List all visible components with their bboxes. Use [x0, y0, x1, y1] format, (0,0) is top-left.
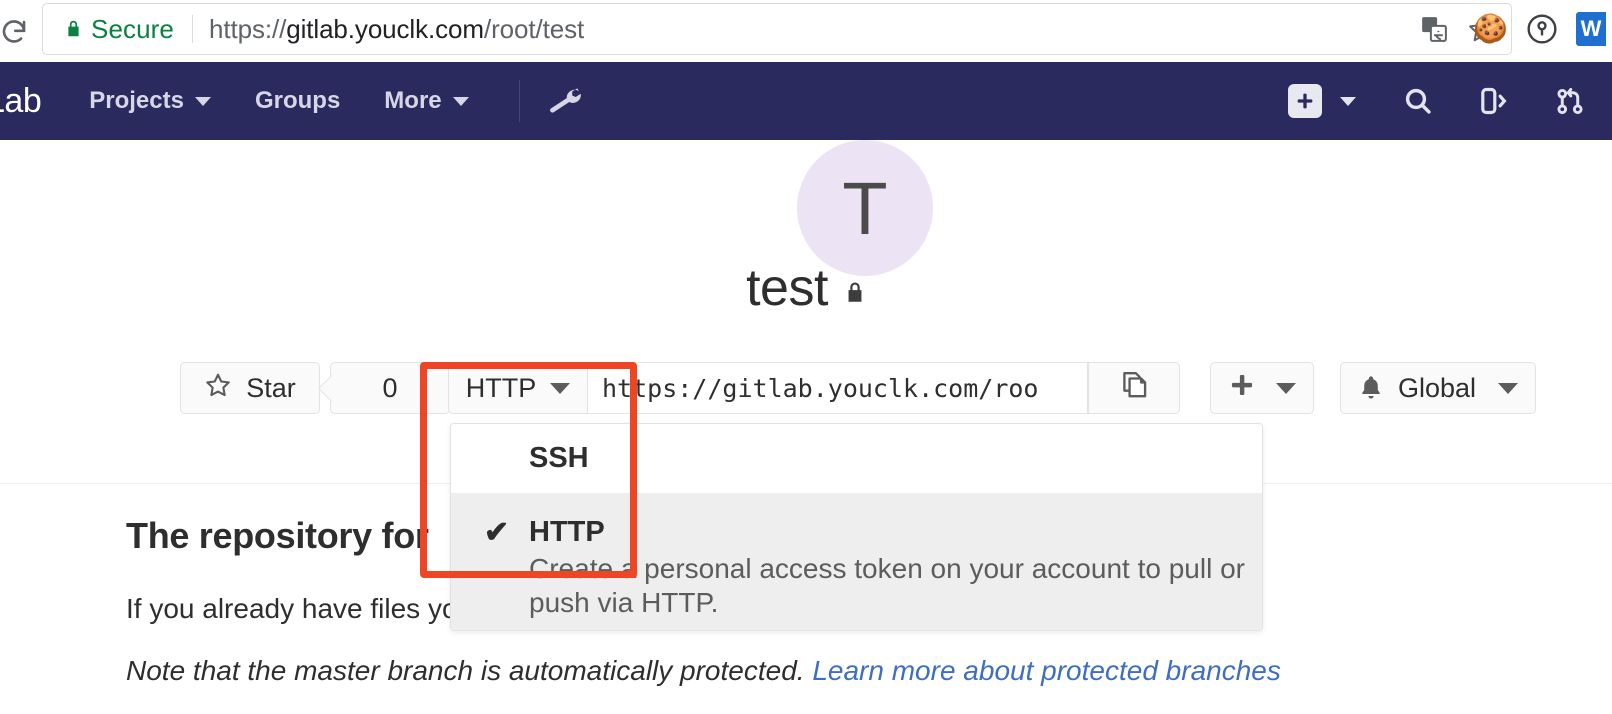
new-plus-icon: [1288, 84, 1322, 118]
chevron-down-icon: [550, 382, 571, 394]
copy-to-clipboard-icon: [1119, 370, 1149, 407]
star-button[interactable]: Star: [180, 362, 320, 414]
clone-url-group: HTTP https://gitlab.youclk.com/roo: [448, 362, 1180, 414]
translate-icon[interactable]: G: [1419, 14, 1449, 44]
security-status-label: Secure: [91, 13, 174, 44]
clone-protocol-dropdown[interactable]: HTTP: [448, 362, 588, 414]
notification-setting-button[interactable]: Global: [1340, 362, 1536, 414]
project-title-row: test: [0, 258, 1612, 318]
address-bar[interactable]: Secure https://gitlab.youclk.com/root/te…: [42, 3, 1512, 55]
url-path: /root/test: [483, 13, 585, 44]
lock-icon: [844, 280, 866, 306]
reload-icon[interactable]: [0, 10, 36, 54]
star-count-badge[interactable]: 0: [330, 362, 450, 414]
gitlab-logo-text[interactable]: Lab: [0, 82, 67, 121]
notification-setting-label: Global: [1397, 372, 1477, 403]
url-text: https://gitlab.youclk.com/root/test: [209, 14, 584, 45]
dropdown-item-http-label: HTTP: [529, 515, 605, 548]
project-toolbar: Star 0 HTTP https://gitlab.youclk.com/ro…: [0, 362, 1612, 418]
copy-to-clipboard-button[interactable]: [1088, 362, 1180, 414]
clone-protocol-label: HTTP: [465, 372, 537, 403]
omnibox-divider: [191, 15, 193, 43]
clone-url-input[interactable]: https://gitlab.youclk.com/roo: [588, 362, 1088, 414]
protected-branches-link[interactable]: Learn more about protected branches: [812, 655, 1281, 686]
dropdown-item-http-description: Create a personal access token on your a…: [529, 553, 1245, 619]
nav-item-projects-label: Projects: [89, 87, 184, 114]
url-scheme: https://: [208, 13, 287, 44]
navbar-right-actions: [1280, 75, 1594, 127]
nav-item-more-label: More: [384, 87, 442, 114]
project-avatar-initial: T: [842, 166, 888, 250]
bell-icon: [1358, 374, 1384, 402]
lock-icon: [65, 19, 82, 39]
nav-item-groups-label: Groups: [254, 87, 341, 114]
page-title: test: [746, 259, 828, 317]
gitlab-navbar: Lab Projects Groups More: [0, 62, 1612, 140]
blue-w-extension-icon[interactable]: W: [1576, 12, 1606, 46]
chevron-down-icon: [1276, 382, 1296, 394]
plus-icon: [1228, 371, 1256, 406]
new-dropdown-caret-icon[interactable]: [1330, 87, 1380, 116]
chevron-down-icon: [1498, 382, 1519, 394]
cookie-extension-icon[interactable]: 🍪: [1473, 15, 1508, 43]
url-origin: gitlab.youclk.com: [286, 13, 484, 44]
wrench-icon[interactable]: [542, 78, 588, 124]
navbar-links: Projects Groups More: [67, 77, 490, 125]
star-count-value: 0: [382, 372, 398, 403]
chevron-down-icon: [452, 96, 469, 106]
browser-chrome: Secure https://gitlab.youclk.com/root/te…: [0, 0, 1612, 62]
project-home-page: T test Star 0 HTTP https://gitlab.youclk…: [0, 140, 1612, 714]
navbar-divider: [518, 80, 520, 122]
issues-icon[interactable]: [1456, 75, 1532, 127]
password-key-extension-icon[interactable]: [1526, 13, 1558, 45]
protected-branch-note-text: Note that the master branch is automatic…: [126, 655, 813, 686]
nav-item-groups[interactable]: Groups: [233, 77, 362, 125]
checkmark-icon: ✔: [484, 515, 510, 549]
star-outline-icon: [204, 371, 232, 406]
nav-item-projects[interactable]: Projects: [67, 77, 233, 125]
dropdown-item-http[interactable]: ✔ HTTP Create a personal access token on…: [451, 493, 1262, 630]
dropdown-item-ssh-label: SSH: [529, 442, 589, 475]
search-icon[interactable]: [1380, 75, 1456, 127]
protected-branch-note: Note that the master branch is automatic…: [126, 655, 1526, 687]
nav-item-more[interactable]: More: [362, 77, 490, 125]
chevron-down-icon: [1340, 96, 1356, 106]
dropdown-item-ssh[interactable]: SSH: [451, 424, 1262, 493]
browser-extensions: 🍪 W: [1473, 3, 1608, 55]
chevron-down-icon: [194, 96, 211, 106]
clone-protocol-dropdown-menu: SSH ✔ HTTP Create a personal access toke…: [450, 423, 1263, 631]
add-to-project-button[interactable]: [1210, 362, 1314, 414]
project-avatar: T: [797, 140, 933, 276]
merge-requests-icon[interactable]: [1532, 75, 1594, 127]
star-button-label: Star: [246, 372, 296, 403]
new-item-button[interactable]: [1280, 78, 1330, 124]
